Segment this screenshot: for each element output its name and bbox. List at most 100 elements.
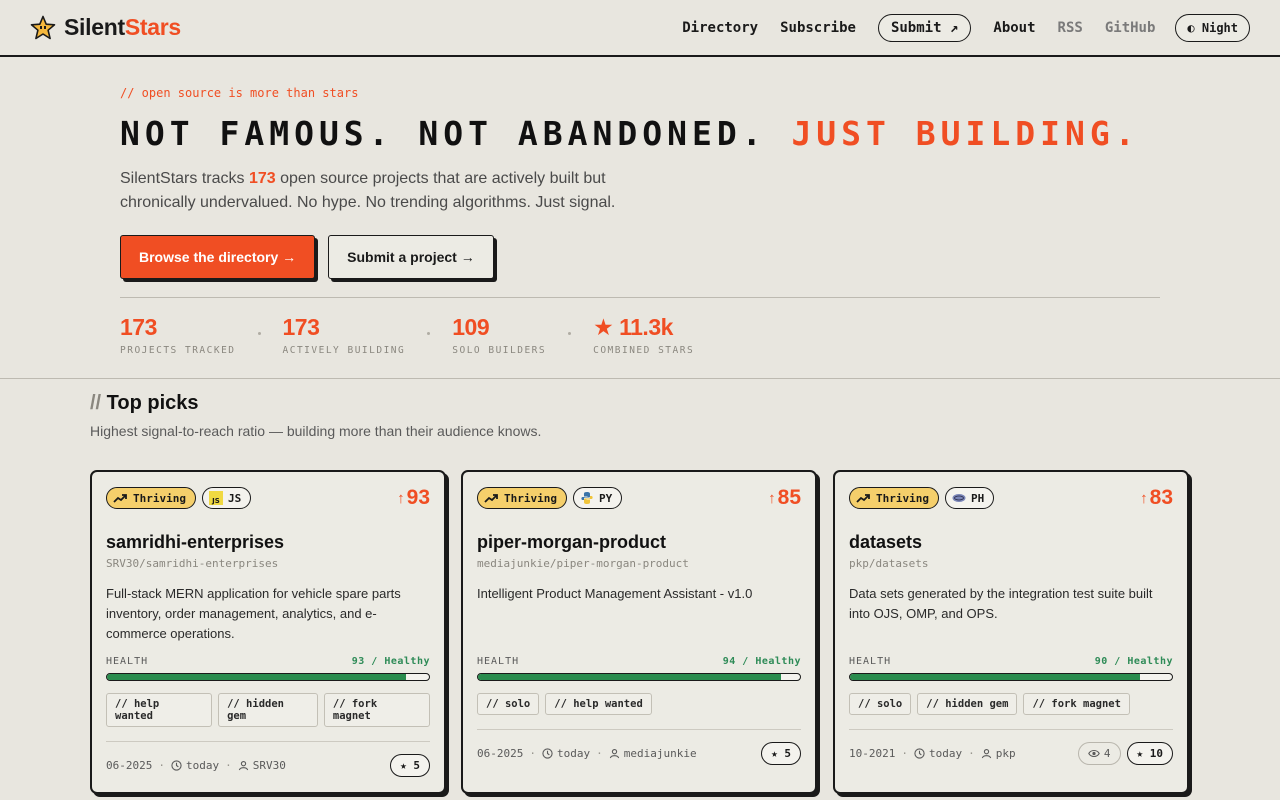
- hero-headline: Not famous. Not abandoned. Just building…: [120, 114, 1160, 153]
- owner[interactable]: mediajunkie: [609, 747, 697, 760]
- brand-name: SilentStars: [64, 14, 181, 41]
- created-date: 06-2025: [477, 747, 524, 760]
- language-badge: JS JS: [201, 487, 252, 509]
- stat-solo-builders: 109 SOLO BUILDERS: [452, 314, 546, 356]
- star-count-button[interactable]: ★ 10: [1126, 742, 1173, 765]
- card-meta: 06-2025 · today · mediajunkie: [477, 747, 697, 760]
- card-top-row: Thriving PY ↑ 85: [477, 486, 801, 510]
- health-value: 93 / Healthy: [351, 656, 430, 667]
- owner-name: pkp: [995, 747, 1016, 760]
- language-badge: PH: [944, 487, 995, 509]
- health-bar: [106, 673, 430, 681]
- project-repo: SRV30/samridhi-enterprises: [106, 557, 279, 570]
- main-nav: Directory Subscribe Submit ↗ About RSS G…: [660, 13, 1250, 42]
- last-updated: today: [171, 759, 219, 772]
- project-description: Full-stack MERN application for vehicle …: [106, 586, 401, 641]
- star-count-button[interactable]: ★ 5: [390, 754, 430, 777]
- stat-label: PROJECTS TRACKED: [120, 345, 236, 356]
- stat-label: SOLO BUILDERS: [452, 345, 547, 356]
- tag-list: // solo // help wanted: [477, 693, 801, 715]
- stat-separator: [257, 332, 261, 335]
- headline-main: Not famous. Not abandoned.: [120, 114, 792, 153]
- status-badge-label: Thriving: [504, 491, 557, 505]
- card-divider: [849, 729, 1173, 730]
- card-actions: 4 ★ 10: [1077, 742, 1173, 765]
- card-footer: 06-2025 · today · SRV30 ★ 5: [106, 754, 430, 777]
- card-divider: [477, 729, 801, 730]
- project-title[interactable]: samridhi-enterprises: [106, 532, 430, 553]
- tag-list: // solo // hidden gem // fork magnet: [849, 693, 1173, 715]
- last-updated: today: [914, 747, 962, 760]
- arrow-up-icon: ↑: [768, 489, 776, 507]
- card-badges: Thriving PY: [477, 487, 623, 509]
- tag[interactable]: // solo: [849, 693, 912, 715]
- owner[interactable]: pkp: [981, 747, 1016, 760]
- nav-about[interactable]: About: [993, 20, 1035, 36]
- project-title[interactable]: piper-morgan-product: [477, 532, 801, 553]
- tag-list: // help wanted // hidden gem // fork mag…: [106, 693, 430, 727]
- stat-separator: [568, 332, 572, 335]
- tag[interactable]: // hidden gem: [218, 693, 318, 727]
- clock-icon: [171, 760, 182, 771]
- submit-project-button[interactable]: Submit a project →: [328, 235, 494, 279]
- star-count-button[interactable]: ★ 5: [761, 742, 801, 765]
- health-value: 90 / Healthy: [1094, 656, 1173, 667]
- tag[interactable]: // help wanted: [106, 693, 213, 727]
- tag[interactable]: // fork magnet: [323, 693, 430, 727]
- card-footer: 06-2025 · today · mediajunkie ★ 5: [477, 742, 801, 765]
- trending-up-icon: [856, 494, 870, 503]
- brand-name-left: Silent: [64, 14, 125, 40]
- health-row: HEALTH 94 / Healthy: [477, 656, 801, 667]
- clock-icon: [542, 748, 553, 759]
- user-icon: [981, 749, 991, 759]
- night-mode-toggle[interactable]: ◐ Night: [1175, 13, 1250, 42]
- project-description: Intelligent Product Management Assistant…: [477, 586, 753, 601]
- user-icon: [238, 761, 248, 771]
- nav-directory[interactable]: Directory: [682, 20, 758, 36]
- stats-row: 173 PROJECTS TRACKED 173 ACTIVELY BUILDI…: [120, 314, 694, 356]
- tag[interactable]: // hidden gem: [917, 693, 1018, 715]
- status-badge: Thriving: [106, 487, 196, 509]
- project-card[interactable]: Thriving JS JS ↑ 93 samridhi-enterprises …: [90, 470, 446, 794]
- browse-directory-button[interactable]: Browse the directory →: [120, 235, 316, 279]
- cta-row: Browse the directory → Submit a project …: [120, 235, 1160, 279]
- stat-actively-building: 173 ACTIVELY BUILDING: [283, 314, 406, 356]
- health-label: HEALTH: [849, 656, 892, 667]
- star-logo-icon: [30, 15, 56, 39]
- tag[interactable]: // fork magnet: [1023, 693, 1130, 715]
- watchers-button[interactable]: 4: [1077, 742, 1121, 765]
- last-updated-text: today: [556, 747, 591, 760]
- card-actions: ★ 5: [761, 742, 801, 765]
- lede-count: 173: [248, 170, 276, 187]
- meta-separator: ·: [158, 759, 165, 772]
- section-divider: [0, 378, 1280, 379]
- tag[interactable]: // help wanted: [545, 693, 652, 715]
- hero-eyebrow: // open source is more than stars: [120, 86, 359, 100]
- status-badge: Thriving: [477, 487, 567, 509]
- arrow-up-icon: ↑: [1140, 489, 1148, 507]
- stat-value: 109: [452, 314, 490, 340]
- owner[interactable]: SRV30: [238, 759, 286, 772]
- tag[interactable]: // solo: [477, 693, 540, 715]
- nav-subscribe[interactable]: Subscribe: [780, 20, 856, 36]
- brand-name-right: Stars: [124, 14, 181, 40]
- health-label: HEALTH: [477, 656, 520, 667]
- eye-icon: [1088, 749, 1100, 758]
- project-repo: pkp/datasets: [849, 557, 929, 570]
- card-top-row: Thriving PH ↑ 83: [849, 486, 1173, 510]
- project-card[interactable]: Thriving PY ↑ 85 piper-morgan-product med…: [461, 470, 817, 794]
- stats-divider: [120, 297, 1160, 298]
- card-actions: ★ 5: [390, 754, 430, 777]
- project-title[interactable]: datasets: [849, 532, 1173, 553]
- javascript-icon: JS: [208, 491, 223, 505]
- project-card[interactable]: Thriving PH ↑ 83 datasets pkp/datasets Da…: [833, 470, 1189, 794]
- nav-submit-button[interactable]: Submit ↗: [877, 13, 972, 42]
- project-description: Data sets generated by the integration t…: [849, 586, 1153, 621]
- section-title: // Top picks: [90, 392, 541, 415]
- brand-logo[interactable]: SilentStars: [30, 14, 181, 41]
- nav-github[interactable]: GitHub: [1105, 20, 1156, 36]
- top-picks-header: // Top picks Highest signal-to-reach rat…: [90, 392, 541, 439]
- nav-rss[interactable]: RSS: [1058, 20, 1083, 36]
- signal-score-value: 83: [1149, 486, 1173, 509]
- language-label: PH: [970, 491, 985, 505]
